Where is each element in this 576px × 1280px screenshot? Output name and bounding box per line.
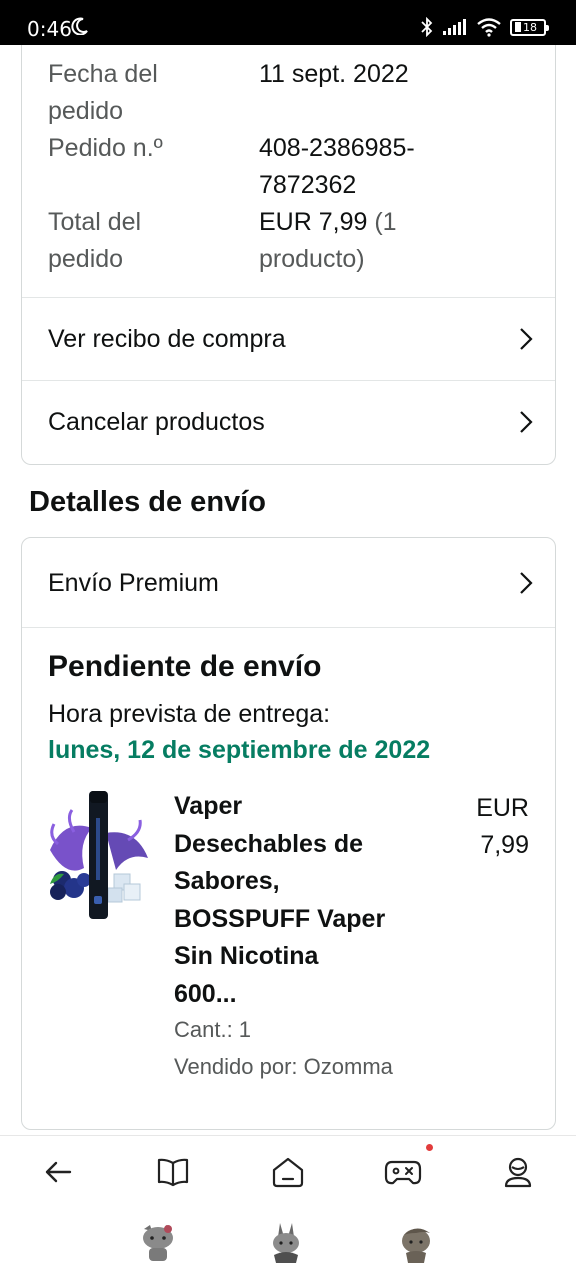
shipping-method-label: Envío Premium [48,568,219,597]
status-time: 0:46 [27,17,72,41]
rabbit-app-icon[interactable] [266,1221,306,1265]
view-receipt-link[interactable]: Ver recibo de compra [22,298,555,380]
shipping-section-title: Detalles de envío [29,486,266,518]
product-quantity: Cant.: 1 [174,1017,252,1042]
bluetooth-icon [421,17,433,37]
product-price: EUR 7,99 [476,794,529,859]
signal-icon [443,19,466,35]
order-total-label: Total del pedido [48,208,142,273]
order-date-value: 11 sept. 2022 [259,60,409,88]
battery-icon: 18 [510,18,549,36]
profile-icon[interactable] [498,1152,538,1192]
shipping-method-link[interactable]: Envío Premium [22,540,555,626]
chevron-right-icon [520,572,533,594]
gamepad-icon[interactable] [383,1152,423,1192]
shipping-card: Envío Premium Pendiente de envío Hora pr… [21,537,556,1130]
order-number-label: Pedido n.º [48,134,163,162]
moon-icon [71,17,88,35]
eta-date: lunes, 12 de septiembre de 2022 [48,736,431,764]
back-icon[interactable] [38,1152,78,1192]
status-icons: 18 [420,17,549,37]
hello-kitty-app-icon[interactable] [138,1221,178,1265]
eta-label: Hora prevista de entrega: [48,700,331,728]
character-app-icon[interactable] [396,1221,436,1265]
cancel-products-link[interactable]: Cancelar productos [22,381,555,463]
chevron-right-icon [520,328,533,350]
shipment-status: Pendiente de envío [48,650,322,683]
app-dock [0,1207,576,1280]
bottom-nav [0,1135,576,1207]
vape-product-image[interactable] [44,788,152,923]
status-bar: 0:46 18 [0,0,576,45]
product-seller: Vendido por: Ozomma [174,1054,393,1079]
book-icon[interactable] [153,1152,193,1192]
order-total-value: EUR 7,99 (1 producto) [259,208,397,273]
order-number-value: 408-2386985- 7872362 [259,134,415,199]
divider [22,627,555,628]
battery-level: 18 [523,20,537,34]
order-date-label: Fecha del pedido [48,60,158,125]
order-summary-card: Fecha del pedido 11 sept. 2022 Pedido n.… [21,45,556,465]
wifi-icon [477,18,501,37]
notification-dot [426,1144,433,1151]
home-icon[interactable] [268,1152,308,1192]
product-title[interactable]: Vaper Desechables de Sabores, BOSSPUFF V… [174,788,424,1013]
view-receipt-label: Ver recibo de compra [48,324,286,353]
chevron-right-icon [520,411,533,433]
cancel-products-label: Cancelar productos [48,407,265,436]
